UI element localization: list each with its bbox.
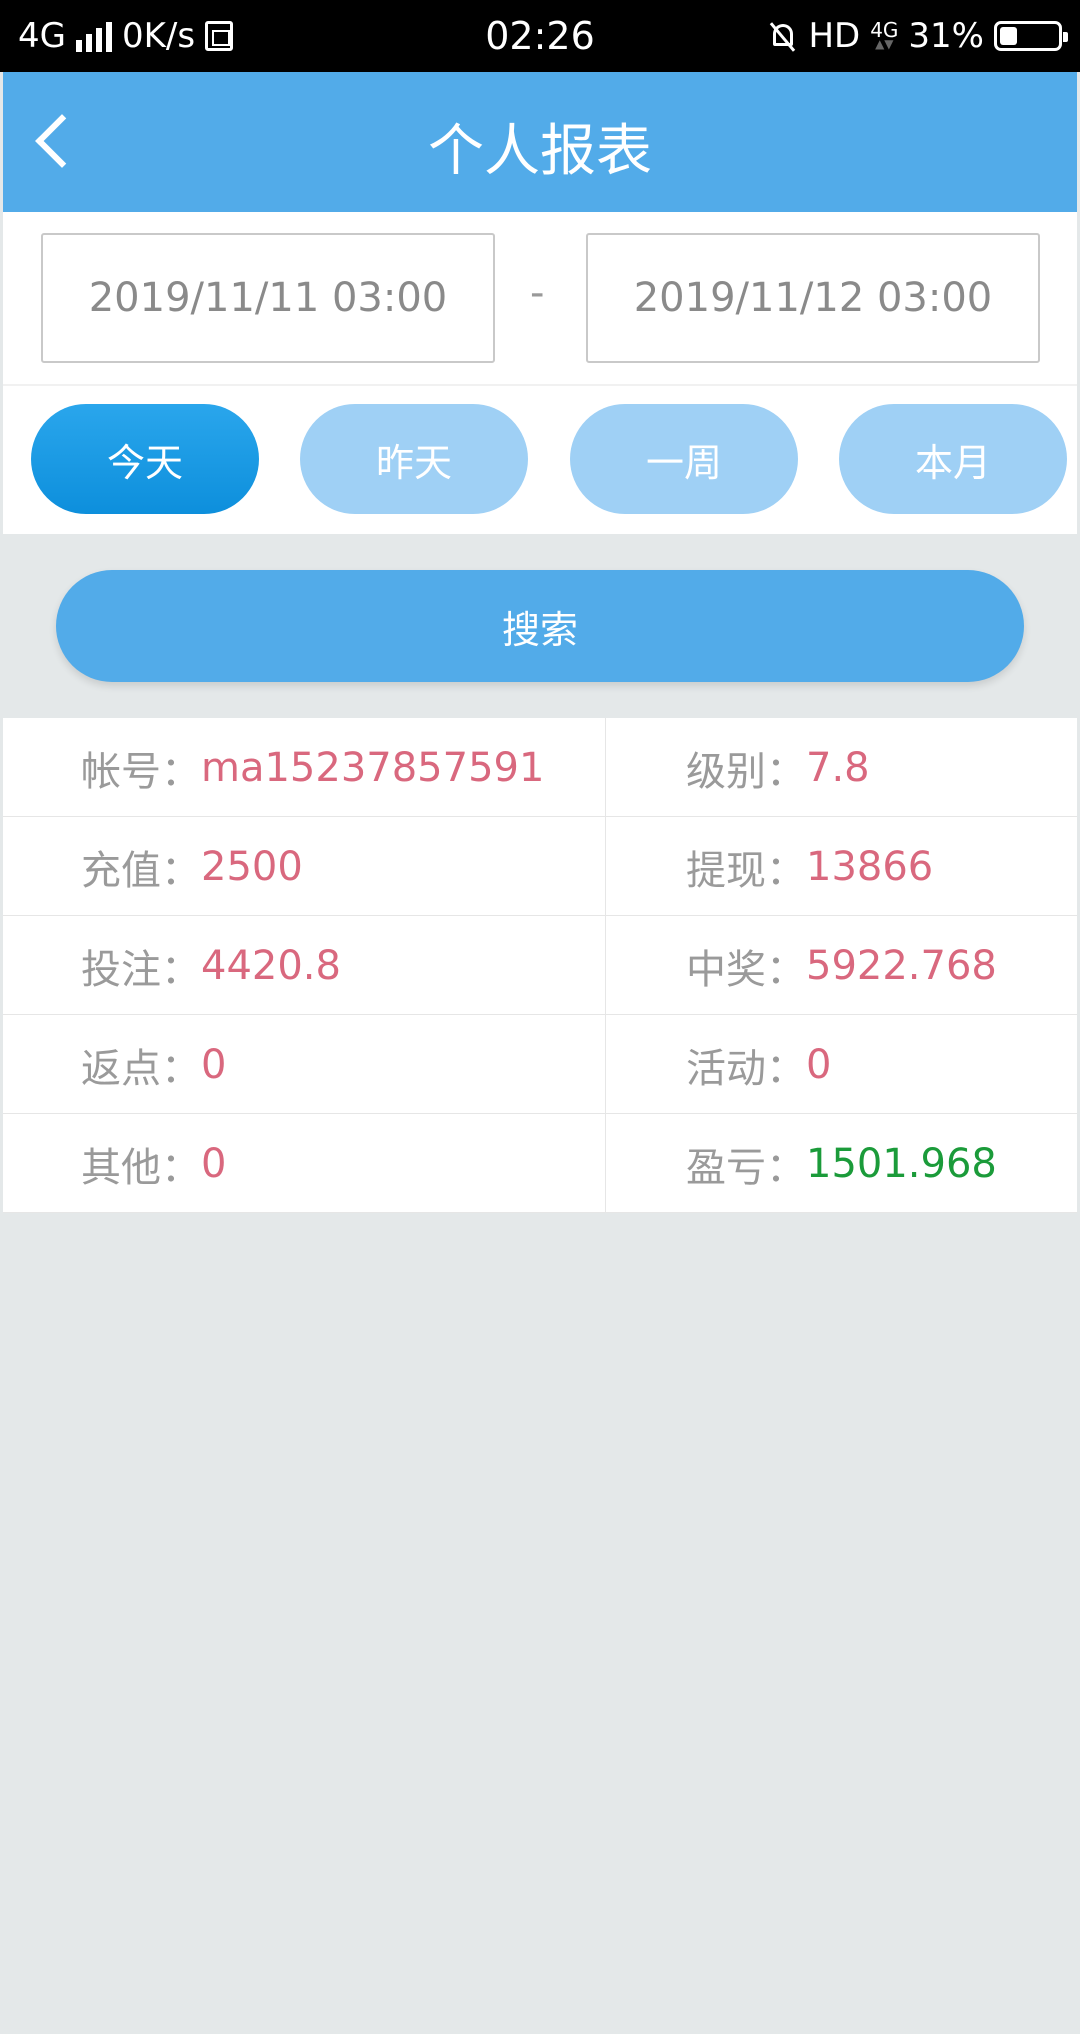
report-cell: 提现： 13866 — [606, 817, 1077, 916]
level-label: 级别： — [686, 748, 806, 795]
screen: 4G 0K/s 02:26 HD 4G ▲▼ 31% 个人报表 2019/11/ — [0, 0, 1080, 2034]
bell-muted-icon — [768, 21, 798, 52]
report-cell: 投注： 4420.8 — [3, 916, 606, 1015]
profit-loss-value: 1501.968 — [806, 1140, 997, 1187]
battery-fill — [1000, 27, 1017, 45]
report-cell: 充值： 2500 — [3, 817, 606, 916]
table-row: 返点： 0 活动： 0 — [3, 1015, 1077, 1114]
deposit-label: 充值： — [81, 847, 201, 894]
date-separator: - — [530, 270, 545, 316]
net-badge-text: 4G — [870, 18, 899, 42]
end-date-field[interactable]: 2019/11/12 03:00 — [586, 233, 1040, 363]
withdraw-label: 提现： — [686, 847, 806, 894]
quick-range-tabs: 今天 昨天 一周 本月 — [3, 386, 1077, 534]
table-row: 充值： 2500 提现： 13866 — [3, 817, 1077, 916]
bet-label: 投注： — [81, 946, 201, 993]
search-button[interactable]: 搜索 — [56, 570, 1024, 682]
range-yesterday-button[interactable]: 昨天 — [300, 404, 528, 514]
bet-value: 4420.8 — [201, 942, 341, 989]
level-value: 7.8 — [806, 744, 870, 791]
withdraw-value: 13866 — [806, 843, 934, 890]
table-row: 其他： 0 盈亏： 1501.968 — [3, 1114, 1077, 1213]
report-cell: 返点： 0 — [3, 1015, 606, 1114]
winnings-value: 5922.768 — [806, 942, 997, 989]
rebate-label: 返点： — [81, 1045, 201, 1092]
data-4g-icon: 4G ▲▼ — [870, 18, 899, 51]
status-bar: 4G 0K/s 02:26 HD 4G ▲▼ 31% — [0, 0, 1080, 72]
range-today-button[interactable]: 今天 — [31, 404, 259, 514]
page-title: 个人报表 — [428, 119, 652, 184]
account-label: 帐号： — [81, 748, 201, 795]
battery-icon — [994, 21, 1068, 51]
table-row: 帐号： ma15237857591 级别： 7.8 — [3, 718, 1077, 817]
date-range-section: 2019/11/11 03:00 - 2019/11/12 03:00 — [3, 212, 1077, 384]
account-value: ma15237857591 — [201, 744, 545, 791]
profit-loss-label: 盈亏： — [686, 1144, 806, 1191]
activity-value: 0 — [806, 1041, 832, 1088]
other-value: 0 — [201, 1140, 227, 1187]
table-row: 投注： 4420.8 中奖： 5922.768 — [3, 916, 1077, 1015]
report-cell: 其他： 0 — [3, 1114, 606, 1213]
deposit-value: 2500 — [201, 843, 303, 890]
report-cell: 中奖： 5922.768 — [606, 916, 1077, 1015]
report-cell: 帐号： ma15237857591 — [3, 718, 606, 817]
app-header: 个人报表 — [3, 72, 1077, 212]
start-date-field[interactable]: 2019/11/11 03:00 — [41, 233, 495, 363]
battery-percent: 31% — [908, 16, 984, 56]
report-cell: 活动： 0 — [606, 1015, 1077, 1114]
winnings-label: 中奖： — [686, 946, 806, 993]
report-cell: 级别： 7.8 — [606, 718, 1077, 817]
other-label: 其他： — [81, 1144, 201, 1191]
data-arrows-icon: ▲▼ — [875, 37, 894, 51]
report-table: 帐号： ma15237857591 级别： 7.8 充值： 2500 提现： 1… — [3, 718, 1077, 1213]
hd-indicator: HD — [808, 16, 861, 56]
range-month-button[interactable]: 本月 — [839, 404, 1067, 514]
report-cell: 盈亏： 1501.968 — [606, 1114, 1077, 1213]
activity-label: 活动： — [686, 1045, 806, 1092]
range-week-button[interactable]: 一周 — [570, 404, 798, 514]
status-right: HD 4G ▲▼ 31% — [768, 16, 1068, 56]
rebate-value: 0 — [201, 1041, 227, 1088]
